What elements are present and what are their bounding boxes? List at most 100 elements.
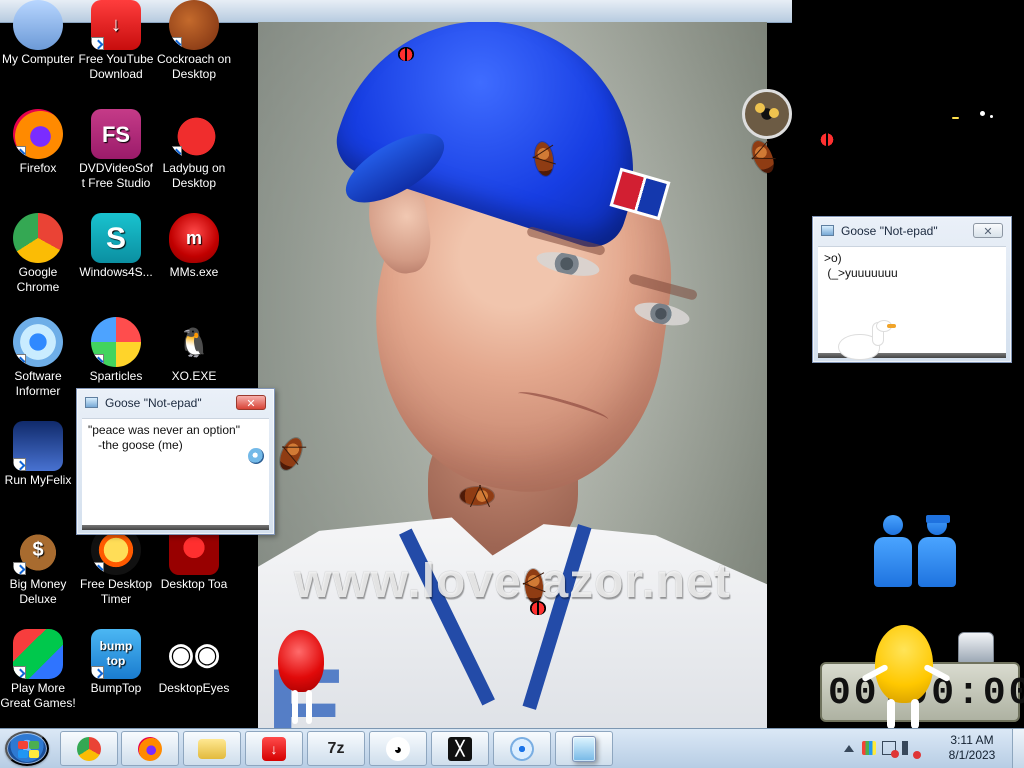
- ladybug-icon: [169, 109, 219, 159]
- system-tray: [842, 734, 921, 762]
- users-icon: [870, 515, 966, 587]
- desktop-icon-cockroach-on-desktop[interactable]: Cockroach on Desktop: [156, 0, 232, 82]
- desktop-icon-free-desktop-timer[interactable]: Free Desktop Timer: [78, 525, 154, 607]
- desktop-icon-desktop-toad[interactable]: Desktop Toa: [156, 525, 232, 592]
- close-button[interactable]: ✕: [973, 223, 1003, 238]
- wallpaper-photo: E www.loverazor.net: [258, 22, 767, 728]
- desktop-icon-ladybug-on-desktop[interactable]: Ladybug on Desktop: [156, 109, 232, 191]
- shortcut-arrow-icon: [13, 458, 26, 471]
- notepad-icon: [821, 225, 834, 236]
- shortcut-arrow-icon: [13, 562, 26, 575]
- taskbar: ↓ 7z ◕ ╳ 3:11 AM 8/1/2023: [0, 728, 1024, 768]
- network-icon[interactable]: [882, 741, 899, 758]
- badtz-maru-icon: ◕: [386, 736, 410, 761]
- shortcut-arrow-icon: [91, 37, 104, 50]
- taskbar-button-chrome[interactable]: [60, 731, 118, 766]
- desktop-icon-mms-exe[interactable]: m MMs.exe: [156, 213, 232, 280]
- taskbar-button-file-explorer[interactable]: [183, 731, 241, 766]
- desktop-icon-label: Software Informer: [14, 369, 62, 398]
- wallpaper-watermark: www.loverazor.net: [294, 555, 731, 608]
- sparkle-icon: [980, 111, 985, 116]
- shortcut-arrow-icon: [13, 666, 26, 679]
- desktop-icon-label: BumpTop: [90, 681, 142, 695]
- chrome-icon: [77, 736, 101, 761]
- mms-icon: m: [169, 213, 219, 263]
- desktop-icon-software-informer[interactable]: Software Informer: [0, 317, 76, 399]
- computer-icon: [13, 0, 63, 50]
- desktop-icon-label: XO.EXE: [171, 369, 217, 383]
- taskbar-clock[interactable]: 3:11 AM 8/1/2023: [934, 733, 1010, 763]
- eyes-icon-glyph: ◉◉: [169, 637, 219, 671]
- desktop-icon-sparticles[interactable]: Sparticles: [78, 317, 154, 384]
- desktop-icon-label: Play More Great Games!: [0, 681, 76, 710]
- desktop-icon-bumptop[interactable]: bump top BumpTop: [78, 629, 154, 696]
- taskbar-button-download[interactable]: ↓: [245, 731, 303, 766]
- desktop-icon-label: Ladybug on Desktop: [162, 161, 226, 190]
- desktop-eyes-face-icon: [742, 89, 792, 139]
- shortcut-arrow-icon: [13, 354, 26, 367]
- taskbar-button-notepad[interactable]: [555, 731, 613, 766]
- desktop-icon-windows4s[interactable]: S Windows4S...: [78, 213, 154, 280]
- windows-logo-icon: [18, 741, 40, 759]
- notepad-text[interactable]: >o) (_>yuuuuuuu: [818, 246, 1006, 353]
- notepad-scrollbar[interactable]: [82, 525, 269, 530]
- eyes-icon: ◉◉: [169, 629, 219, 679]
- desktop-icon-play-more-great-games[interactable]: Play More Great Games!: [0, 629, 76, 711]
- goose-notepad-window-right[interactable]: Goose "Not-epad" ✕ >o) (_>yuuuuuuu: [812, 216, 1012, 363]
- desktop-icon-firefox[interactable]: Firefox: [0, 109, 76, 176]
- money-bag-icon: $: [13, 525, 63, 575]
- software-informer-icon: [13, 317, 63, 367]
- windows-logo-blue: [18, 750, 28, 758]
- close-button[interactable]: ✕: [236, 395, 266, 410]
- hat-icon: [926, 515, 950, 523]
- desktop-icon-label: My Computer: [1, 52, 75, 66]
- desktop-icon-label: Google Chrome: [16, 265, 60, 294]
- notepad-icon: [572, 735, 596, 762]
- taskbar-button-lightsaber[interactable]: ╳: [431, 731, 489, 766]
- desktop-icon-desktop-eyes[interactable]: ◉◉ DesktopEyes: [156, 629, 232, 696]
- desktop-icon-label: Desktop Toa: [160, 577, 228, 591]
- taskbar-button-search-app[interactable]: [493, 731, 551, 766]
- notepad-text[interactable]: "peace was never an option" -the goose (…: [82, 418, 269, 525]
- desktop-icon-label: DesktopEyes: [158, 681, 230, 695]
- desktop-icon-label: Cockroach on Desktop: [156, 52, 232, 81]
- desktop-icon-big-money-deluxe[interactable]: $ Big Money Deluxe: [0, 525, 76, 607]
- tray-overflow-icon[interactable]: [842, 741, 856, 755]
- volume-icon[interactable]: [902, 741, 921, 759]
- ladybug-icon: [819, 132, 835, 146]
- shortcut-arrow-icon: [91, 354, 104, 367]
- desktop-icon-free-youtube-download[interactable]: ↓ Free YouTube Download: [78, 0, 154, 82]
- action-center-flag-icon[interactable]: [862, 741, 876, 755]
- taskbar-button-firefox[interactable]: [121, 731, 179, 766]
- recycle-bin-icon[interactable]: [958, 632, 994, 664]
- red-mms-character-icon: [276, 630, 328, 728]
- desktop-icon-google-chrome[interactable]: Google Chrome: [0, 213, 76, 295]
- download-icon-glyph: ↓: [111, 13, 121, 36]
- notepad-title: Goose "Not-epad": [841, 224, 938, 238]
- red-mms-body: [278, 630, 324, 692]
- notepad-icon: [85, 397, 98, 408]
- desktop-icon-label: MMs.exe: [169, 265, 219, 279]
- eye-dot-icon: [755, 103, 765, 113]
- taskbar-button-7zip[interactable]: 7z: [307, 731, 365, 766]
- show-desktop-button[interactable]: [1012, 729, 1024, 768]
- notepad-title: Goose "Not-epad": [105, 396, 202, 410]
- goose-notepad-window-left[interactable]: Goose "Not-epad" ✕ "peace was never an o…: [76, 388, 275, 535]
- desktop-icon-label: Free YouTube Download: [78, 52, 154, 81]
- desktop: E www.loverazor.net My Computer ↓ Free Y…: [0, 0, 1024, 768]
- desktop-icon-run-myfelix[interactable]: Run MyFelix: [0, 421, 76, 488]
- firefox-icon: [13, 109, 63, 159]
- shortcut-arrow-icon: [13, 146, 26, 159]
- start-button[interactable]: [5, 731, 49, 766]
- taskbar-button-badtz-maru[interactable]: ◕: [369, 731, 427, 766]
- cockroach-icon: [169, 0, 219, 50]
- desktop-icon-xo-exe[interactable]: 🐧 XO.EXE: [156, 317, 232, 384]
- notepad-titlebar[interactable]: Goose "Not-epad" ✕: [813, 217, 1011, 245]
- desktop-icon-my-computer[interactable]: My Computer: [0, 0, 76, 67]
- notepad-scrollbar[interactable]: [818, 353, 1006, 358]
- desktop-icon-dvdvideosoft-free-studio[interactable]: FS DVDVideoSoft Free Studio: [78, 109, 154, 191]
- notepad-titlebar[interactable]: Goose "Not-epad" ✕: [77, 389, 274, 417]
- dvdvideosoft-icon: FS: [91, 109, 141, 159]
- shortcut-arrow-icon: [169, 146, 182, 159]
- red-mms-leg: [292, 690, 298, 724]
